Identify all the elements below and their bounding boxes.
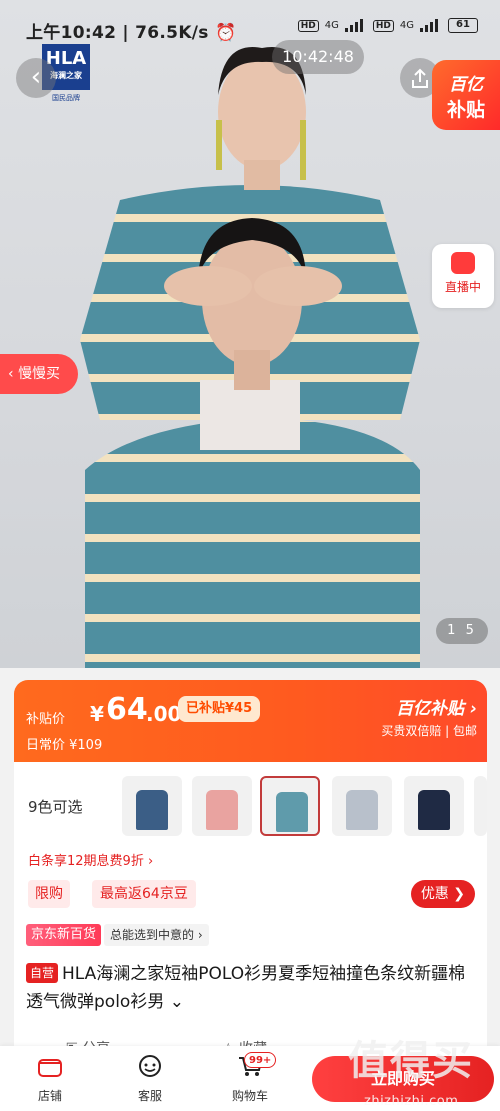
product-title[interactable]: 自营 HLA海澜之家短袖POLO衫男夏季短袖撞色条纹新疆棉透气微弹polo衫男 ⌄ [26,960,476,1016]
hd-icon-2: HD [372,19,394,32]
watermark-url: zhizhizhi.com [364,1094,459,1109]
service-tab-label: 客服 [137,1089,162,1103]
status-indicators: HD 4G HD 4G 61 [297,18,478,33]
coupon-button[interactable]: 优惠 ❯ [410,880,475,908]
product-detail-page: 上午10:42 | 76.5K/s ⏰ HD 4G HD 4G 61 HLA 海澜… [0,0,500,1111]
jingdou-rebate-tag: 最高返64京豆 [92,880,196,908]
color-swatch[interactable] [192,776,252,836]
installment-offer[interactable]: 白条享12期息费9折 › [28,850,153,869]
product-hero-image[interactable]: 上午10:42 | 76.5K/s ⏰ HD 4G HD 4G 61 HLA 海澜… [0,0,500,668]
daily-price: 日常价 ¥109 [26,738,103,753]
pager-total: 5 [465,623,477,638]
price-label: 补贴价 [26,712,66,727]
chevron-left-icon: ‹ [8,366,19,382]
swatch-shirt [346,790,378,830]
price-decimal: .00 [146,702,182,726]
store-icon [38,1059,62,1077]
live-stream-button[interactable]: 直播中 [432,244,494,308]
swatch-shirt [418,790,450,830]
live-icon [451,252,475,274]
color-swatch[interactable] [122,776,182,836]
color-swatch-partial[interactable] [474,776,487,836]
chevron-right-icon: › [469,699,477,719]
swatch-shirt [206,790,238,830]
cart-tab-label: 购物车 [231,1089,268,1103]
slow-buy-label: 慢慢买 [18,366,61,382]
subsidy-corner-badge[interactable]: 百亿 补贴 [432,60,500,130]
price-integer: 64 [106,692,148,727]
chevron-left-icon: ‹ [30,62,42,92]
service-icon [139,1055,161,1077]
customer-service-tab[interactable]: 客服 [120,1054,180,1104]
store-tab[interactable]: 店铺 [20,1054,80,1104]
price-currency: ¥ [90,702,104,726]
color-count-label[interactable]: 9色可选 [28,796,83,817]
network-type-2: 4G [399,20,414,31]
signal-icon [344,19,367,32]
image-pager: 1 5 [436,618,488,644]
product-title-text: HLA海澜之家短袖POLO衫男夏季短袖撞色条纹新疆棉透气微弹polo衫男 ⌄ [26,964,466,1012]
product-info-card: 9色可选 白条享12期息费9折 › 限购 最高返64京豆 优惠 ❯ 京东新百货 … [14,762,487,1062]
color-swatch[interactable] [332,776,392,836]
network-type-1: 4G [324,20,339,31]
hd-icon: HD [297,19,319,32]
logo-sub: 国民品牌 [52,94,80,102]
subsidy-brand-text: 百亿补贴 [396,699,465,719]
status-clock: 上午10:42 [26,23,117,43]
status-time: 上午10:42 | 76.5K/s ⏰ [26,23,237,43]
color-swatch-selected[interactable] [260,776,320,836]
subsidy-brand-link[interactable]: 百亿补贴 › [396,694,477,719]
subsidy-corner-line2: 补贴 [446,99,485,121]
color-swatch[interactable] [404,776,464,836]
live-label: 直播中 [444,280,481,294]
subsidized-amount-badge: 已补贴¥45 [178,696,261,722]
store-tab-label: 店铺 [37,1089,62,1103]
timer-pill: 10:42:48 [272,40,364,74]
swatch-shirt [276,792,308,832]
back-button[interactable]: ‹ [16,58,56,98]
price-banner: 补贴价 ¥ 64 .00 已补贴¥45 日常价 ¥109 百亿补贴 › 买贵双倍… [14,680,487,762]
watermark-logo-text: 值得买 [348,1038,474,1084]
alarm-icon: ⏰ [214,23,237,43]
store-badge[interactable]: 京东新百货 [26,924,102,946]
slow-buy-button[interactable]: ‹ 慢慢买 [0,354,78,394]
subsidy-corner-line1: 百亿 [449,75,483,95]
purchase-limit-tag: 限购 [28,880,70,908]
battery-icon: 61 [448,18,478,33]
store-slogan-tag[interactable]: 总能选到中意的 › [104,924,209,946]
pager-current: 1 [447,623,459,638]
swatch-shirt [136,790,168,830]
cart-count-badge: 99+ [244,1052,277,1068]
self-operated-badge: 自营 [26,963,59,983]
signal-icon-2 [420,19,442,32]
site-watermark: 值得买 zhizhizhi.com [344,1028,498,1109]
subsidy-slogan: 买贵双倍赔 | 包邮 [381,724,477,738]
status-speed: 76.5K/s [135,23,209,43]
